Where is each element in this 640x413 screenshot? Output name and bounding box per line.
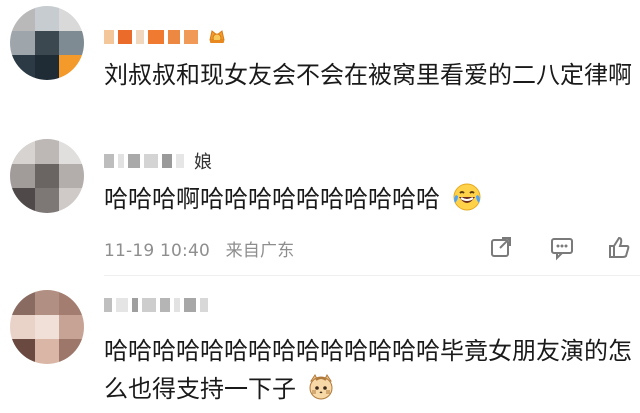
comment-text: 哈哈哈啊哈哈哈哈哈哈哈哈哈哈 [104,180,634,223]
comment-timestamp: 11-19 10:40 [104,241,210,261]
avatar[interactable] [10,139,84,213]
comment-text: 哈哈哈哈哈哈哈哈哈哈哈哈哈哈毕竟女朋友演的怎么也得支持一下子 [104,332,634,413]
username-obscured[interactable] [104,26,228,48]
like-icon[interactable] [604,232,634,262]
cat-emoji [306,372,336,413]
avatar[interactable] [10,6,84,80]
username-suffix: 娘 [194,152,212,173]
username-obscured[interactable] [104,294,212,316]
comment-location: 来自广东 [225,241,295,261]
comment-icon[interactable] [547,232,577,262]
laughing-tears-emoji [452,182,482,223]
comment-item-1: 刘叔叔和现女友会不会在被窝里看爱的二八定律啊 [0,0,640,140]
avatar[interactable] [10,290,84,364]
username-obscured[interactable]: 娘 [104,150,212,173]
comment-text: 刘叔叔和现女友会不会在被窝里看爱的二八定律啊 [104,61,632,89]
comment-item-2: 娘 哈哈哈啊哈哈哈哈哈哈哈哈哈哈 11-19 10:40 来自广东 [0,139,640,276]
vip-badge-icon [206,24,228,51]
share-icon[interactable] [486,232,516,262]
comment-meta: 11-19 10:40 来自广东 [104,236,294,261]
comment-item-3: 哈哈哈哈哈哈哈哈哈哈哈哈哈哈毕竟女朋友演的怎么也得支持一下子 [0,276,640,408]
